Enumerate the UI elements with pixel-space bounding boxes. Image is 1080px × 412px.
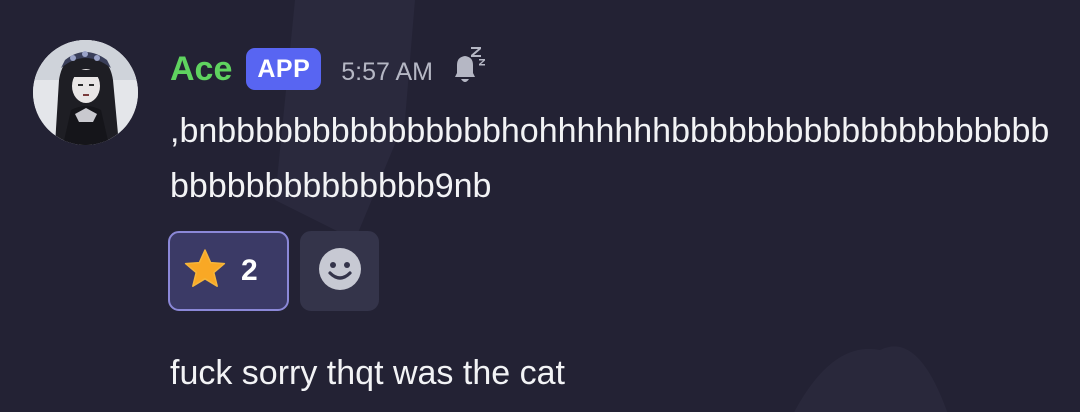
message-header: Ace APP 5:57 AM [170,44,487,94]
timestamp[interactable]: 5:57 AM [341,47,433,97]
add-reaction-button[interactable] [300,231,379,311]
app-badge: APP [246,48,322,90]
chat-view: Ace APP 5:57 AM ,bnbbbbbbbbbbbbbbbhohhhh… [0,0,1080,412]
message: Ace APP 5:57 AM ,bnbbbbbbbbbbbbbbbhohhhh… [0,0,1080,320]
reaction-count: 2 [241,254,258,287]
followup-message-content: fuck sorry thqt was the cat [170,354,565,392]
bell-sleep-icon [449,45,487,89]
avatar-image [33,40,138,145]
reactions-bar: 2 [168,231,379,311]
username[interactable]: Ace [170,44,232,94]
reaction-star[interactable]: 2 [168,231,289,311]
background-decoration [790,330,950,412]
avatar[interactable] [33,40,138,145]
star-icon [184,248,226,294]
add-reaction-smile-icon [318,247,362,296]
message-content: ,bnbbbbbbbbbbbbbbbhohhhhhhhbbbbbbbbbbbbb… [170,112,1050,205]
